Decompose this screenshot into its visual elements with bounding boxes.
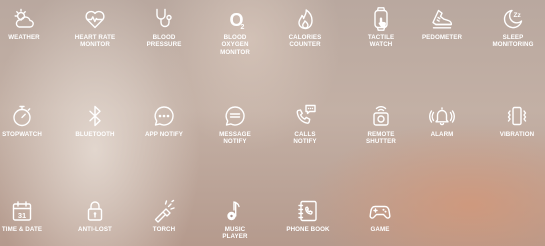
running-shoe-icon [430, 7, 454, 31]
feature-remote-shutter: REMOTE SHUTTER [349, 104, 413, 146]
calendar-icon: 31 [10, 199, 34, 223]
feature-label: GAME [370, 226, 390, 233]
heart-rate-icon [83, 7, 107, 31]
feature-label: MUSIC PLAYER [222, 226, 248, 241]
feature-label: ALARM [430, 131, 454, 138]
feature-label: REMOTE SHUTTER [366, 131, 396, 146]
feature-grid: WEATHER HEART RATE MONITOR BLOOD PRESSUR… [0, 0, 545, 246]
feature-label: SLEEP MONITORING [492, 34, 534, 49]
feature-label: VIBRATION [499, 131, 535, 138]
music-note-icon [223, 199, 247, 223]
message-icon [223, 104, 247, 128]
feature-label: APP NOTIFY [144, 131, 184, 138]
feature-heart-rate-monitor: HEART RATE MONITOR [63, 7, 127, 49]
feature-stopwatch: STOPWATCH [0, 104, 54, 138]
feature-alarm: ALARM [410, 104, 474, 138]
feature-weather: WEATHER [0, 7, 56, 41]
feature-sleep-monitoring: Zz SLEEP MONITORING [481, 7, 545, 49]
feature-label: BLOOD PRESSURE [146, 34, 182, 49]
feature-anti-lost: ANTI-LOST [63, 199, 127, 233]
feature-label: PEDOMETER [421, 34, 463, 41]
feature-blood-pressure: BLOOD PRESSURE [132, 7, 196, 49]
feature-bluetooth: BLUETOOTH [63, 104, 127, 138]
feature-label: TORCH [152, 226, 176, 233]
feature-vibration: VIBRATION [485, 104, 545, 138]
feature-label: CALORIES COUNTER [288, 34, 322, 49]
torch-icon [152, 199, 176, 223]
feature-label: CALLS NOTIFY [293, 131, 317, 146]
feature-message-notify: MESSAGE NOTIFY [203, 104, 267, 146]
stopwatch-icon [10, 104, 34, 128]
chat-dots-icon [152, 104, 176, 128]
feature-tactile-watch: TACTILE WATCH [349, 7, 413, 49]
vibration-icon [505, 104, 529, 128]
oxygen-subscript: 2 [241, 24, 245, 31]
weather-icon [12, 7, 36, 31]
stethoscope-icon [152, 7, 176, 31]
feature-game: GAME [348, 199, 412, 233]
feature-time-and-date: 31 TIME & DATE [0, 199, 54, 233]
feature-label: TACTILE WATCH [367, 34, 395, 49]
remote-camera-icon [369, 104, 393, 128]
feature-pedometer: PEDOMETER [410, 7, 474, 41]
feature-label: ANTI-LOST [78, 226, 112, 233]
feature-label: BLOOD OXYGEN MONITOR [220, 34, 250, 56]
gamepad-icon [368, 199, 392, 223]
feature-calories-counter: CALORIES COUNTER [273, 7, 337, 49]
flame-icon [293, 7, 317, 31]
calendar-date-glyph: 31 [18, 211, 26, 220]
alarm-bell-icon [429, 104, 455, 128]
sleep-moon-icon: Zz [501, 7, 525, 31]
bluetooth-icon [83, 104, 107, 128]
feature-label: STOPWATCH [2, 131, 42, 138]
feature-label: PHONE BOOK [286, 226, 330, 233]
feature-label: HEART RATE MONITOR [74, 34, 116, 49]
sleep-glyph: Zz [514, 12, 522, 19]
phone-book-icon [296, 199, 320, 223]
padlock-icon [83, 199, 107, 223]
feature-label: WEATHER [8, 34, 40, 41]
feature-calls-notify: CALLS NOTIFY [273, 104, 337, 146]
feature-label: MESSAGE NOTIFY [219, 131, 251, 146]
phone-call-icon [293, 104, 317, 128]
oxygen-icon: O 2 [223, 7, 247, 31]
feature-label: BLUETOOTH [75, 131, 115, 138]
feature-phone-book: PHONE BOOK [276, 199, 340, 233]
feature-music-player: MUSIC PLAYER [203, 199, 267, 241]
feature-blood-oxygen-monitor: O 2 BLOOD OXYGEN MONITOR [203, 7, 267, 56]
feature-label: TIME & DATE [1, 226, 43, 233]
feature-torch: TORCH [132, 199, 196, 233]
feature-app-notify: APP NOTIFY [132, 104, 196, 138]
watch-touch-icon [369, 7, 393, 31]
